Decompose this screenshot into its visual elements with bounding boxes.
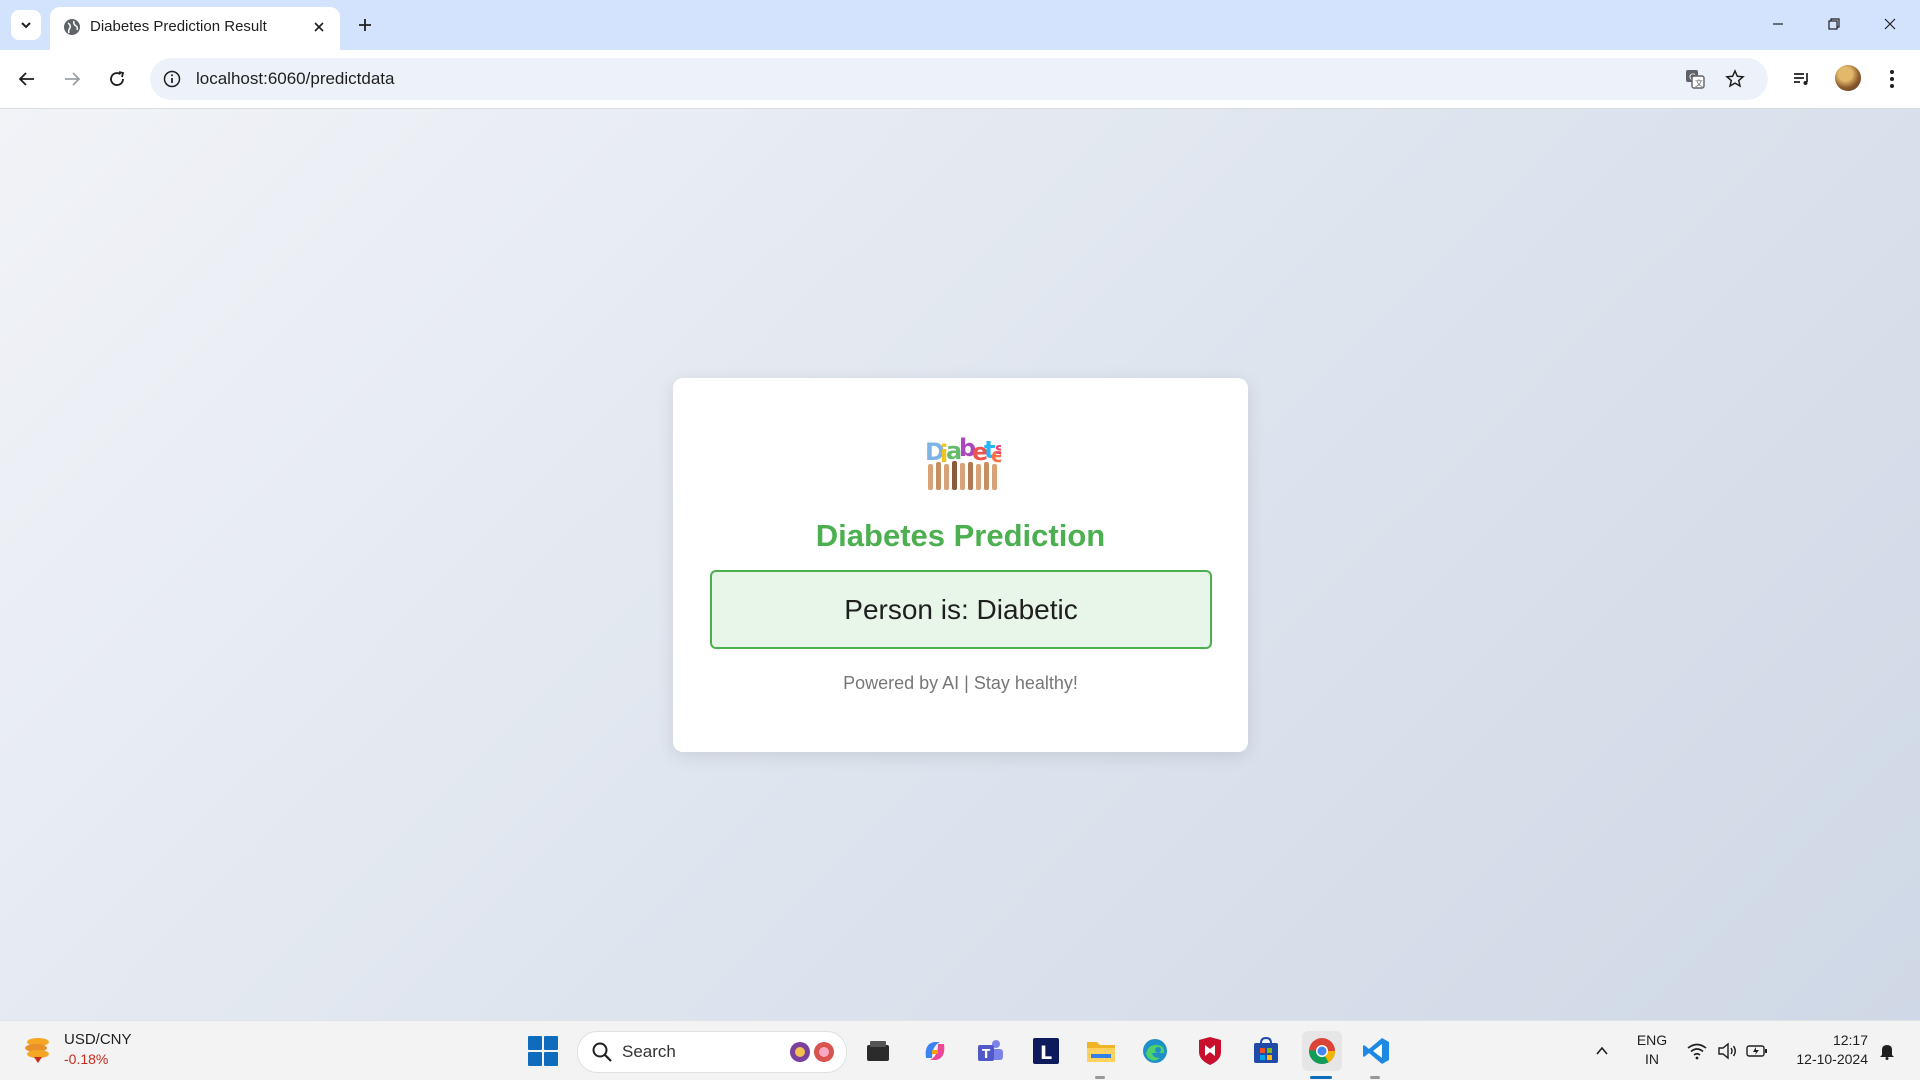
browser-titlebar: Diabetes Prediction Result: [0, 0, 1920, 50]
search-label: Search: [622, 1042, 676, 1061]
footer-note: Powered by AI | Stay healthy!: [843, 673, 1078, 693]
new-tab-button[interactable]: [350, 10, 380, 40]
address-bar[interactable]: localhost:6060/predictdata G文: [150, 58, 1768, 100]
folder-icon: [1087, 1042, 1115, 1062]
media-control-button[interactable]: [1786, 63, 1818, 95]
wifi-icon[interactable]: [1684, 1021, 1710, 1080]
widget-currency-change[interactable]: -0.18%: [64, 1051, 108, 1067]
arrow-left-icon: [18, 72, 34, 86]
search-highlight-icon: [790, 1042, 834, 1062]
tab-close-button[interactable]: [308, 16, 330, 38]
battery-icon[interactable]: [1744, 1021, 1770, 1080]
taskbar-app-edge[interactable]: [1137, 1033, 1173, 1069]
minimize-button[interactable]: [1750, 0, 1806, 48]
taskbar-app-folder[interactable]: [1083, 1033, 1119, 1069]
vscode-icon: [1363, 1038, 1389, 1064]
notification-bell-icon[interactable]: [1872, 1021, 1902, 1080]
edge-icon: [1143, 1039, 1167, 1063]
profile-avatar[interactable]: [1835, 65, 1861, 91]
tab-title: Diabetes Prediction Result: [90, 18, 267, 35]
globe-icon: [64, 19, 80, 35]
volume-icon[interactable]: [1714, 1021, 1740, 1080]
chevron-down-icon: [21, 22, 31, 29]
browser-toolbar: localhost:6060/predictdata G文: [0, 50, 1920, 109]
copilot-icon: [925, 1042, 945, 1060]
taskbar-app-vscode[interactable]: [1358, 1033, 1394, 1069]
forward-button[interactable]: [56, 63, 88, 95]
app-running-indicator: [1095, 1076, 1105, 1079]
taskbar-app-copilot[interactable]: [917, 1033, 953, 1069]
chrome-menu-button[interactable]: [1876, 63, 1908, 95]
tab-search-button[interactable]: [11, 10, 41, 40]
app-active-indicator: [1310, 1076, 1332, 1079]
currency-widget-icon[interactable]: [22, 1033, 54, 1065]
svg-text:L: L: [1040, 1042, 1052, 1064]
taskbar-app-mcafee[interactable]: [1192, 1033, 1228, 1069]
bookmark-star-icon[interactable]: [1723, 67, 1747, 91]
taskbar-app-teams[interactable]: T: [972, 1033, 1008, 1069]
mcafee-icon: [1199, 1037, 1221, 1065]
teams-icon: T: [978, 1040, 1003, 1061]
diabetes-logo-image: D i a b e t e s: [925, 434, 1001, 490]
input-language-indicator[interactable]: ENG IN: [1632, 1031, 1672, 1069]
reload-button[interactable]: [101, 63, 133, 95]
file-explorer-icon: [867, 1041, 889, 1061]
arrow-right-icon: [65, 72, 81, 86]
app-running-indicator: [1370, 1076, 1380, 1079]
minimize-icon: [1773, 23, 1783, 25]
prediction-result-box: Person is: Diabetic: [710, 570, 1212, 649]
system-clock[interactable]: 12:17 12-10-2024: [1780, 1031, 1868, 1069]
info-icon[interactable]: [162, 69, 182, 89]
taskbar-app-chrome[interactable]: [1302, 1031, 1342, 1071]
close-icon: [1884, 18, 1896, 30]
page-title: Diabetes Prediction: [815, 518, 1106, 553]
taskbar-app-store[interactable]: [1248, 1033, 1284, 1069]
back-button[interactable]: [11, 63, 43, 95]
prediction-result-text: Person is: Diabetic: [844, 593, 1078, 625]
windows-logo-icon: [528, 1036, 542, 1050]
plus-icon: [359, 19, 371, 31]
prediction-card: D i a b e t e s Diabetes Prediction Pers…: [673, 378, 1248, 752]
store-icon: [1254, 1036, 1278, 1063]
widget-currency-pair[interactable]: USD/CNY: [64, 1031, 132, 1048]
taskbar-search-box[interactable]: Search: [577, 1031, 847, 1073]
svg-text:文: 文: [1695, 78, 1703, 88]
url-text[interactable]: localhost:6060/predictdata: [196, 69, 394, 89]
svg-text:T: T: [982, 1047, 991, 1061]
start-button[interactable]: [528, 1036, 558, 1066]
close-window-button[interactable]: [1862, 0, 1918, 48]
kebab-menu-icon: [1890, 70, 1894, 88]
chevron-up-icon: [1596, 1046, 1608, 1055]
taskbar-app-file-explorer[interactable]: [860, 1033, 896, 1069]
translate-icon[interactable]: G文: [1683, 67, 1707, 91]
restore-icon: [1828, 18, 1840, 30]
chrome-icon: [1308, 1038, 1336, 1065]
search-icon: [592, 1042, 612, 1062]
reload-icon: [110, 71, 125, 86]
close-icon: [314, 22, 324, 32]
taskbar-app-l[interactable]: L: [1028, 1033, 1064, 1069]
show-hidden-icons-button[interactable]: [1588, 1021, 1616, 1080]
browser-tab-active[interactable]: Diabetes Prediction Result: [50, 7, 340, 50]
svg-text:s: s: [995, 439, 1001, 458]
page-viewport: D i a b e t e s Diabetes Prediction Pers…: [0, 109, 1920, 1020]
restore-button[interactable]: [1806, 0, 1862, 48]
windows-taskbar: USD/CNY -0.18% Search T L ENG IN 12:17 1…: [0, 1020, 1920, 1080]
l-app-icon: L: [1033, 1038, 1059, 1064]
media-queue-icon: [1794, 73, 1808, 85]
